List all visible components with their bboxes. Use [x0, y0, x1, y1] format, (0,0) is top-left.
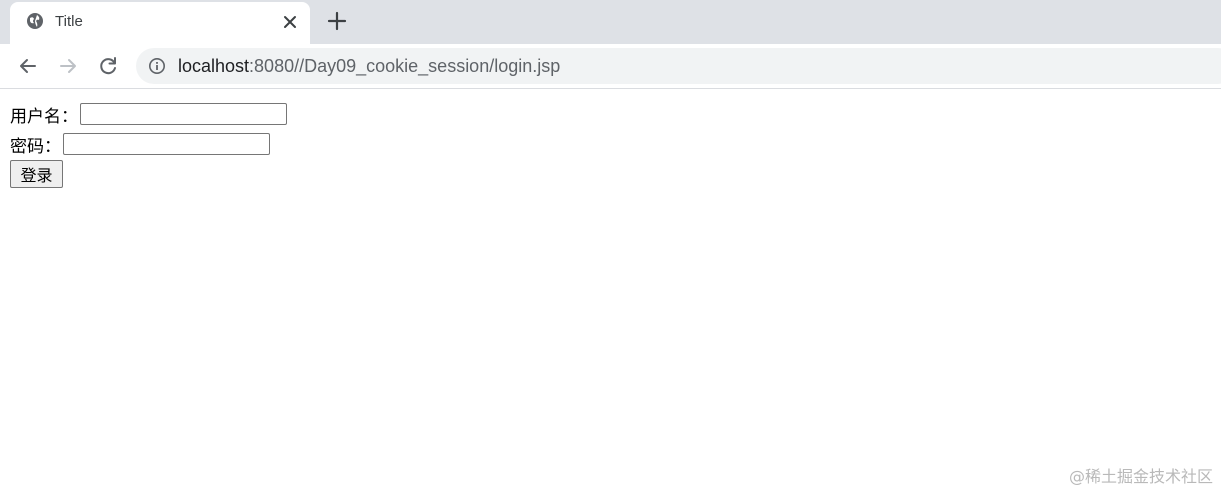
username-input[interactable] [80, 103, 287, 125]
url-host: localhost [178, 56, 250, 76]
password-row: 密码： [10, 131, 270, 157]
plus-icon[interactable] [326, 10, 348, 32]
close-icon[interactable] [280, 12, 300, 32]
username-row: 用户名： [10, 101, 287, 127]
info-icon[interactable] [148, 57, 166, 75]
address-bar[interactable]: localhost:8080//Day09_cookie_session/log… [136, 48, 1221, 84]
watermark: @稀土掘金技术社区 [1068, 467, 1213, 486]
tab-strip: Title [0, 0, 1221, 44]
reload-icon[interactable] [96, 54, 120, 78]
arrow-left-icon[interactable] [16, 54, 40, 78]
password-input[interactable] [63, 133, 270, 155]
url-path: :8080//Day09_cookie_session/login.jsp [249, 56, 561, 76]
page-content: 用户名： 密码： 登录 @稀土掘金技术社区 [0, 89, 1221, 495]
browser-tab[interactable]: Title [10, 2, 310, 44]
login-button[interactable]: 登录 [10, 160, 63, 188]
password-label: 密码： [10, 136, 61, 157]
username-label: 用户名： [10, 106, 78, 127]
tab-title: Title [55, 13, 83, 30]
arrow-right-icon[interactable] [56, 54, 80, 78]
browser-toolbar: localhost:8080//Day09_cookie_session/log… [0, 44, 1221, 89]
globe-icon [27, 13, 43, 29]
url-text: localhost:8080//Day09_cookie_session/log… [178, 56, 560, 77]
